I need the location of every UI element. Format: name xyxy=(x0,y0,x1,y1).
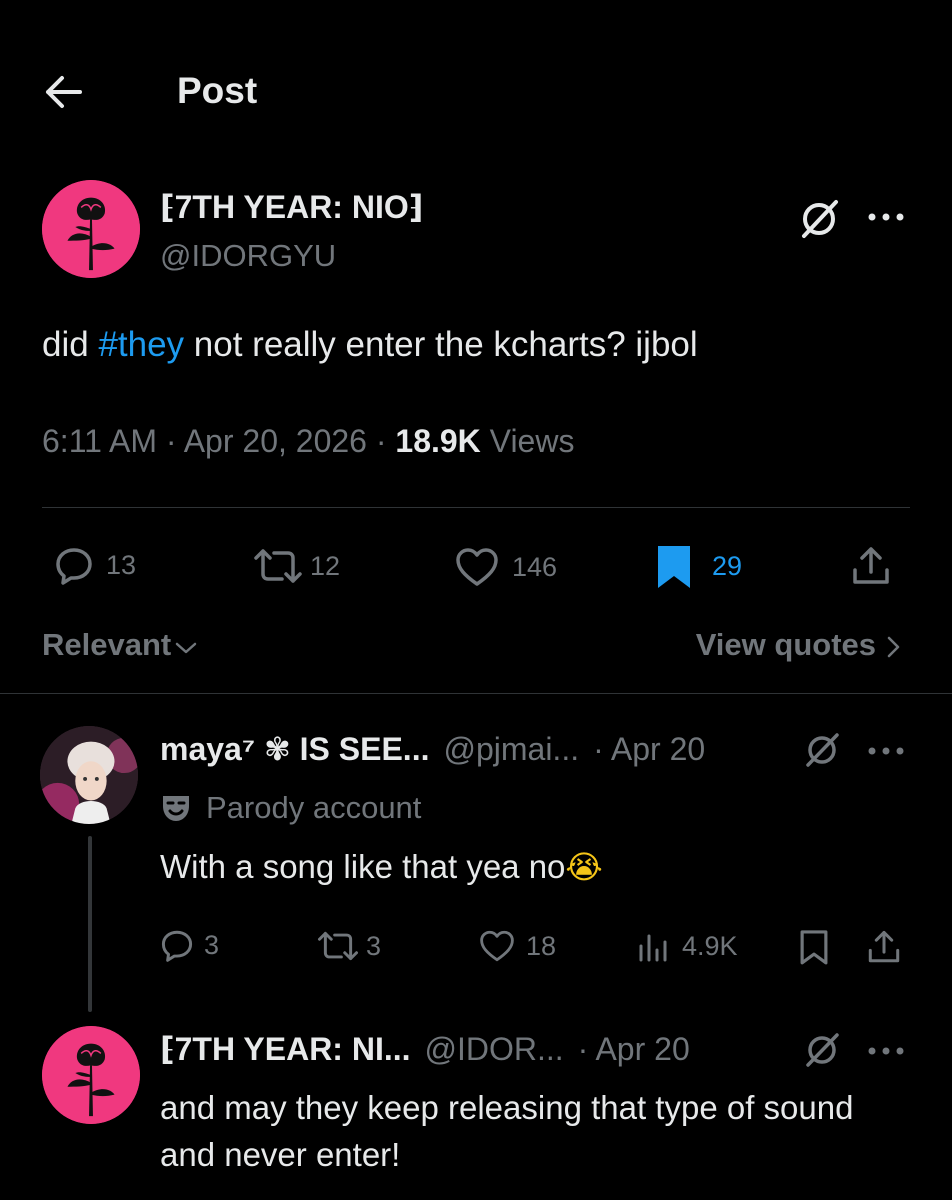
avatar[interactable] xyxy=(42,1026,140,1124)
reply-author-handle[interactable]: @pjmai... xyxy=(443,731,579,768)
like-button[interactable]: 146 xyxy=(454,546,557,588)
post-meta: 6:11 AM · Apr 20, 2026 · 18.9K Views xyxy=(42,423,574,460)
reply-count: 13 xyxy=(106,549,137,580)
post-text-before: did xyxy=(42,325,99,364)
view-quotes-label: View quotes xyxy=(695,627,876,662)
hashtag-link[interactable]: #they xyxy=(98,325,184,364)
chevron-down-icon xyxy=(175,642,197,654)
post-text-after: not really enter the kcharts? ijbol xyxy=(184,325,698,364)
share-icon xyxy=(853,547,889,584)
reply-header: maya⁷ ✾ IS SEE... @pjmai... · Apr 20 xyxy=(160,730,705,768)
view-quotes-link[interactable]: View quotes xyxy=(696,627,904,663)
like-icon xyxy=(480,930,514,962)
repost-count: 12 xyxy=(310,550,341,581)
top-bar: Post xyxy=(0,58,952,128)
views-count: 4.9K xyxy=(682,930,738,961)
post-text: did #they not really enter the kcharts? … xyxy=(42,325,698,365)
chevron-right-icon xyxy=(887,636,900,658)
thread-line xyxy=(88,836,92,1012)
back-arrow-icon[interactable] xyxy=(40,72,88,112)
author-name[interactable]: ⁅7TH YEAR: NIO⁆ xyxy=(160,188,423,226)
like-button[interactable]: 18 xyxy=(478,929,556,963)
repost-icon xyxy=(318,931,358,961)
reply-body: and may they keep releasing that type of… xyxy=(160,1089,854,1173)
avatar[interactable] xyxy=(40,726,138,824)
repost-icon xyxy=(254,549,302,583)
more-icon[interactable] xyxy=(866,210,906,228)
reply-header: ⁅7TH YEAR: NI... @IDOR... · Apr 20 xyxy=(160,1030,690,1068)
repost-button[interactable]: 12 xyxy=(252,547,340,585)
reply-author-handle[interactable]: @IDOR... xyxy=(425,1031,564,1068)
more-icon[interactable] xyxy=(866,744,906,762)
bookmark-icon xyxy=(658,546,690,588)
parody-text: Parody account xyxy=(206,790,422,825)
reply-text: With a song like that yea no 😭 xyxy=(160,848,603,886)
reply-body: With a song like that yea no xyxy=(160,848,566,885)
share-button[interactable] xyxy=(850,544,892,588)
sort-label: Relevant xyxy=(42,627,172,662)
reply-date[interactable]: · Apr 20 xyxy=(578,1031,690,1068)
like-icon xyxy=(456,548,498,586)
reply-button[interactable]: 3 xyxy=(160,928,219,962)
reply-icon xyxy=(56,548,92,585)
parody-label: Parody account xyxy=(160,790,421,826)
views-icon xyxy=(639,934,667,962)
repost-count: 3 xyxy=(366,930,382,961)
sort-dropdown[interactable]: Relevant xyxy=(42,627,199,663)
like-count: 18 xyxy=(526,930,557,961)
divider xyxy=(0,693,952,694)
repost-button[interactable]: 3 xyxy=(316,930,381,962)
grok-icon[interactable] xyxy=(796,196,842,247)
parody-mask-icon xyxy=(163,796,189,821)
views-count: 18.9K xyxy=(395,423,481,459)
bookmark-count: 29 xyxy=(712,550,743,581)
grok-icon[interactable] xyxy=(802,730,842,775)
reply-button[interactable]: 13 xyxy=(54,545,136,585)
reply-count: 3 xyxy=(204,929,220,960)
reply-icon xyxy=(161,930,193,962)
divider xyxy=(42,507,910,508)
share-button[interactable] xyxy=(866,928,902,966)
bookmark-button[interactable] xyxy=(798,928,830,966)
like-count: 146 xyxy=(512,551,558,582)
grok-icon[interactable] xyxy=(802,1030,842,1075)
views-button[interactable]: 4.9K xyxy=(636,928,738,964)
crying-emoji: 😭 xyxy=(565,848,603,886)
author-handle[interactable]: @IDORGYU xyxy=(160,238,336,274)
bookmark-button[interactable]: 29 xyxy=(654,542,742,590)
reply-author-name[interactable]: maya⁷ ✾ IS SEE... xyxy=(160,730,429,768)
reply-date[interactable]: · Apr 20 xyxy=(593,731,705,768)
avatar[interactable] xyxy=(42,180,140,278)
page-title: Post xyxy=(177,70,258,111)
more-icon[interactable] xyxy=(866,1044,906,1062)
reply-author-name[interactable]: ⁅7TH YEAR: NI... xyxy=(160,1030,411,1068)
share-icon xyxy=(868,930,900,963)
views-label: Views xyxy=(480,423,575,459)
bookmark-icon xyxy=(800,930,828,965)
post-timestamp[interactable]: 6:11 AM · Apr 20, 2026 · xyxy=(42,423,395,459)
